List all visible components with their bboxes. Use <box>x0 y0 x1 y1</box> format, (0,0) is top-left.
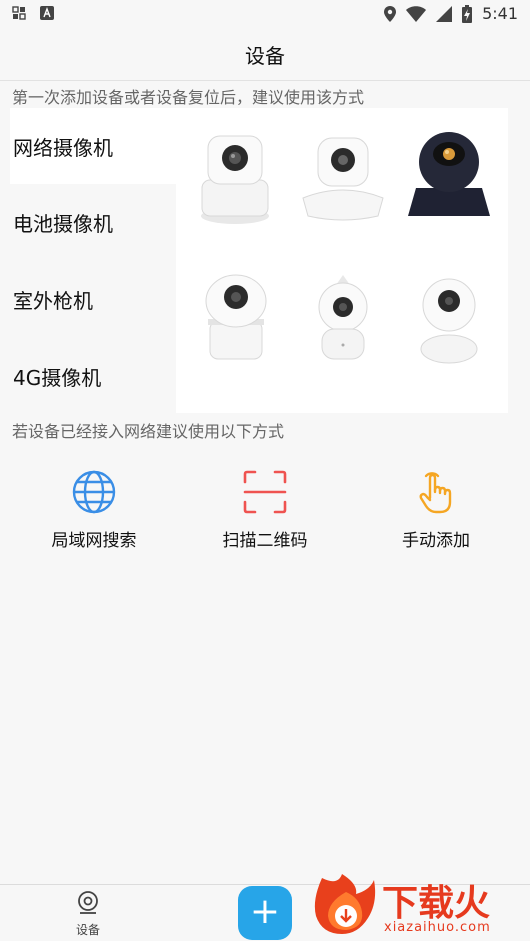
watermark-text: 下载火 <box>382 883 491 924</box>
watermark-url: xiazaihuo.com <box>384 920 491 935</box>
white-ptz-camera-icon[interactable] <box>190 128 280 228</box>
category-label: 网络摄像机 <box>13 136 113 160</box>
hand-tap-icon <box>419 472 452 514</box>
hint-first-add: 第一次添加设备或者设备复位后，建议使用该方式 <box>12 88 365 107</box>
method-label: 手动添加 <box>402 531 470 551</box>
cube-camera-icon[interactable] <box>190 271 280 371</box>
signal-icon <box>436 5 453 22</box>
lan-search-button[interactable]: 局域网搜索 <box>6 468 182 551</box>
camera-grid <box>176 108 508 413</box>
category-outdoor-bullet[interactable]: 室外枪机 <box>10 261 176 337</box>
device-type-panel: 网络摄像机 电池摄像机 室外枪机 4G摄像机 <box>10 108 508 413</box>
page-title: 设备 <box>245 44 285 68</box>
status-bar: 5:41 <box>0 0 530 28</box>
scan-qr-button[interactable]: 扫描二维码 <box>177 468 353 551</box>
category-label: 室外枪机 <box>13 289 93 313</box>
round-head-camera-icon[interactable] <box>404 271 494 371</box>
category-battery-camera[interactable]: 电池摄像机 <box>10 184 176 260</box>
add-methods: 局域网搜索 扫描二维码 手动添加 <box>0 468 530 568</box>
status-time: 5:41 <box>482 4 518 23</box>
globe-icon <box>72 470 116 514</box>
category-4g-camera[interactable]: 4G摄像机 <box>10 338 176 414</box>
add-device-button[interactable]: + <box>238 886 292 940</box>
category-network-camera[interactable]: 网络摄像机 <box>10 108 176 184</box>
plus-icon: + <box>249 891 281 932</box>
black-ptz-camera-icon[interactable] <box>404 128 494 228</box>
notification-grid-icon <box>12 6 26 20</box>
cone-top-camera-icon[interactable] <box>298 271 388 371</box>
manual-add-button[interactable]: 手动添加 <box>348 468 524 551</box>
dome-ptz-camera-icon[interactable] <box>298 128 388 228</box>
category-label: 4G摄像机 <box>13 366 102 390</box>
wifi-icon <box>406 5 427 22</box>
hint-networked: 若设备已经接入网络建议使用以下方式 <box>12 422 285 441</box>
battery-charging-icon <box>462 4 473 23</box>
method-label: 局域网搜索 <box>51 531 137 551</box>
category-list: 网络摄像机 电池摄像机 室外枪机 4G摄像机 <box>10 108 176 413</box>
tab-device[interactable]: 设备 <box>68 891 108 938</box>
method-label: 扫描二维码 <box>222 531 308 551</box>
camera-tab-icon <box>78 891 98 914</box>
flame-logo-icon <box>314 874 376 934</box>
title-bar: 设备 <box>0 28 530 81</box>
category-label: 电池摄像机 <box>13 212 113 236</box>
watermark-logo: 下载火 xiazaihuo.com <box>312 872 527 938</box>
tab-label: 设备 <box>75 923 100 937</box>
location-icon <box>384 5 397 22</box>
font-a-icon <box>40 6 54 20</box>
scan-frame-icon <box>243 470 287 514</box>
